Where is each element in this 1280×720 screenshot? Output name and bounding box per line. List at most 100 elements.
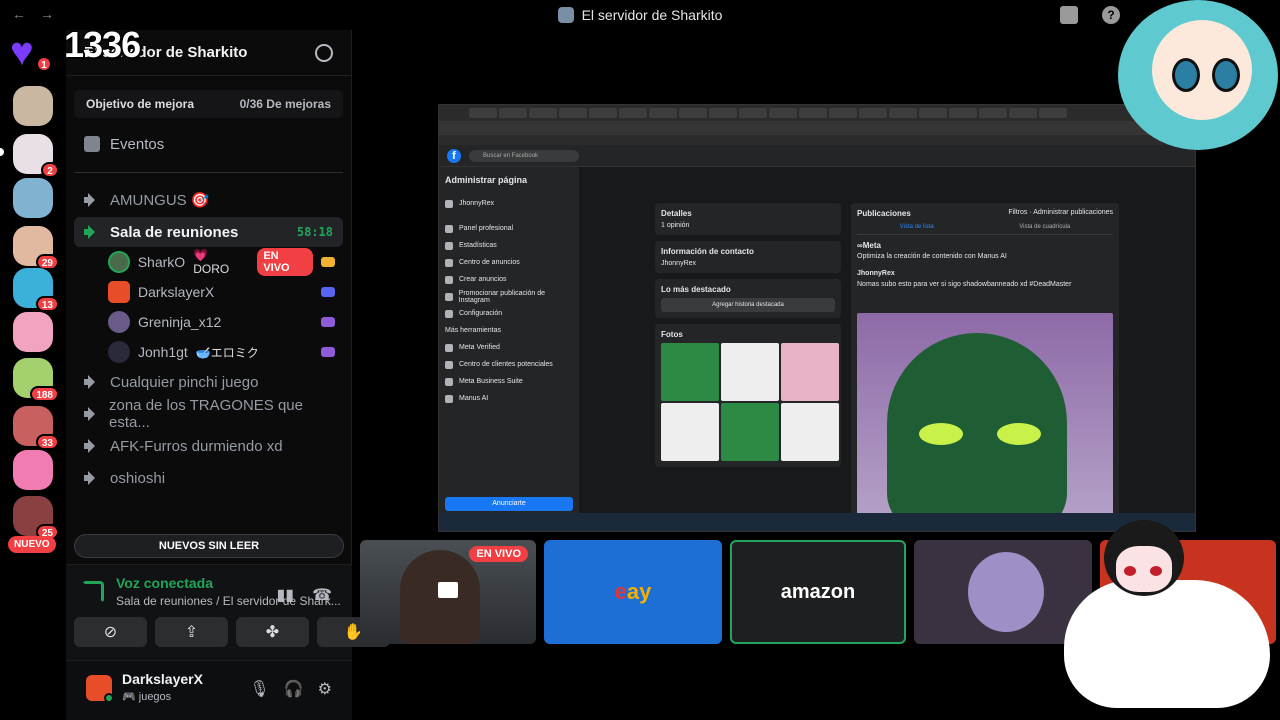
photo (661, 343, 719, 401)
voice-member[interactable]: Greninja_x12 (108, 307, 351, 337)
publications-header: Publicaciones Filtros · Administrar publ… (857, 209, 1113, 218)
voice-channel[interactable]: zona de los TRAGONES que esta... (74, 397, 343, 431)
voice-channel[interactable]: Cualquier pinchi juego (74, 367, 343, 397)
voice-member[interactable]: SharkO 💗DORO EN VIVO (108, 247, 351, 277)
user-panel: DarkslayerX 🎮 juegos 🎙 🎧 ⚙ (66, 660, 352, 720)
live-badge: EN VIVO (469, 546, 528, 562)
channel-label: Cualquier pinchi juego (110, 373, 259, 391)
avatar (108, 341, 130, 363)
voice-buttons: ⊘ ⇪ ✤ ✋ (74, 617, 390, 647)
server-rail: ♥ 1 2 29 13 188 33 25 NUEVO (0, 30, 66, 720)
new-pill[interactable]: NUEVO (8, 536, 56, 553)
sticker-eye (1172, 58, 1200, 92)
photo (721, 403, 779, 461)
voice-channel[interactable]: AMUNGUS 🎯 (74, 185, 343, 215)
speaker-icon (84, 375, 100, 389)
photo (781, 343, 839, 401)
server-icon[interactable]: 13 (13, 268, 59, 312)
voice-channel-active[interactable]: Sala de reuniones 58:18 (74, 217, 343, 247)
events-item[interactable]: Eventos (84, 132, 351, 156)
stream-thumbnail[interactable]: EN VIVO (360, 540, 536, 644)
camera-off-button[interactable]: ⊘ (74, 617, 147, 647)
menu-item: Más herramientas (445, 322, 573, 339)
character-image (968, 552, 1044, 632)
server-icon[interactable]: 29 (13, 226, 59, 270)
channel-label: AMUNGUS 🎯 (110, 192, 210, 209)
photo (661, 403, 719, 461)
noise-icon[interactable]: ▮▮ (276, 585, 294, 605)
menu-item: Centro de clientes potenciales (445, 356, 573, 373)
signal-icon (82, 580, 104, 603)
voice-channel[interactable]: AFK-Furros durmiendo xd (74, 431, 343, 461)
server-badge: 13 (35, 296, 59, 312)
activities-button[interactable]: ✤ (236, 617, 309, 647)
voice-channel[interactable]: oshioshi (74, 463, 343, 493)
new-unread-button[interactable]: NUEVOS SIN LEER (74, 534, 344, 558)
voice-controls: ▮▮ ☎ (276, 585, 332, 605)
photo (781, 403, 839, 461)
back-button[interactable]: ← (12, 6, 26, 22)
server-icon[interactable] (13, 86, 53, 126)
server-icon[interactable] (13, 450, 53, 490)
online-status-icon (104, 693, 114, 703)
sticker-body (1064, 580, 1270, 708)
disconnect-icon[interactable]: ☎ (312, 585, 332, 605)
page-name-label: JhonnyRex (459, 200, 495, 207)
heart-badge: 1 (36, 56, 52, 72)
invite-icon[interactable] (315, 43, 333, 62)
overlay-counter: 1336 (64, 24, 141, 65)
details-card: Detalles 1 opinión (655, 203, 841, 235)
sticker-eye (1124, 566, 1136, 576)
menu-label: Promocionar publicación de Instagram (458, 289, 546, 304)
menu-label: Meta Verified (459, 344, 500, 351)
server-icon[interactable]: 33 (13, 406, 59, 450)
avatar (108, 311, 130, 333)
menu-item: Meta Verified (445, 339, 573, 356)
headphones-icon[interactable]: 🎧 (284, 679, 304, 699)
member-name: SharkO (137, 254, 186, 270)
menu-item: Estadísticas (445, 237, 573, 254)
server-icon[interactable]: 188 (13, 358, 59, 402)
ebay-logo-rest: ay (626, 579, 652, 604)
menu-label: Meta Business Suite (459, 378, 523, 385)
page-admin-title: Administrar página (445, 175, 528, 185)
channel-label: Sala de reuniones (110, 223, 239, 241)
channel-timer: 58:18 (296, 225, 333, 239)
unread-pill (0, 148, 4, 156)
details-title: Detalles (661, 209, 692, 218)
server-icon[interactable] (13, 178, 53, 218)
menu-label: Crear anuncios (459, 276, 507, 283)
server-icon[interactable]: 2 (13, 134, 59, 178)
menu-label: Estadísticas (459, 242, 497, 249)
server-icon[interactable] (13, 312, 53, 352)
live-badge: EN VIVO (257, 248, 314, 276)
facebook-publications: Publicaciones Filtros · Administrar publ… (851, 203, 1119, 523)
boost-goal[interactable]: Objetivo de mejora 0/36 De mejoras (74, 90, 343, 118)
amazon-thumbnail[interactable]: amazon (730, 540, 906, 644)
share-screen-button[interactable]: ⇪ (155, 617, 228, 647)
miku-sticker (1112, 0, 1280, 170)
speaker-icon (84, 471, 100, 485)
facebook-logo-icon: f (447, 148, 461, 163)
manage-button: Administrar publicaciones (1033, 209, 1113, 216)
inbox-icon[interactable] (1060, 6, 1078, 24)
menu-label: Centro de clientes potenciales (459, 361, 553, 368)
activity-icon (321, 347, 335, 357)
microphone-icon[interactable]: 🎙 (249, 679, 269, 699)
voice-member[interactable]: DarkslayerX (108, 277, 351, 307)
gear-icon[interactable]: ⚙ (318, 679, 332, 699)
server-icon[interactable]: 25 (13, 496, 59, 540)
artwork-eye (997, 423, 1041, 445)
voice-member[interactable]: Jonh1gt 🥣エロミク (108, 337, 351, 367)
window-title: El servidor de Sharkito (557, 7, 722, 23)
opinion-count: 1 opinión (661, 222, 690, 229)
forward-button[interactable]: → (40, 6, 54, 22)
facebook-sidebar: Administrar página JhonnyRex Panel profe… (439, 167, 579, 517)
server-icon (557, 7, 574, 23)
post-author: JhonnyRex (857, 270, 895, 277)
activity-icon (321, 257, 336, 267)
channel-label: zona de los TRAGONES que esta... (109, 397, 303, 431)
ebay-thumbnail[interactable]: e ay (544, 540, 722, 644)
stream-view[interactable]: f Buscar en Facebook Administrar página … (438, 104, 1196, 532)
heart-icon[interactable]: ♥ (10, 32, 34, 72)
